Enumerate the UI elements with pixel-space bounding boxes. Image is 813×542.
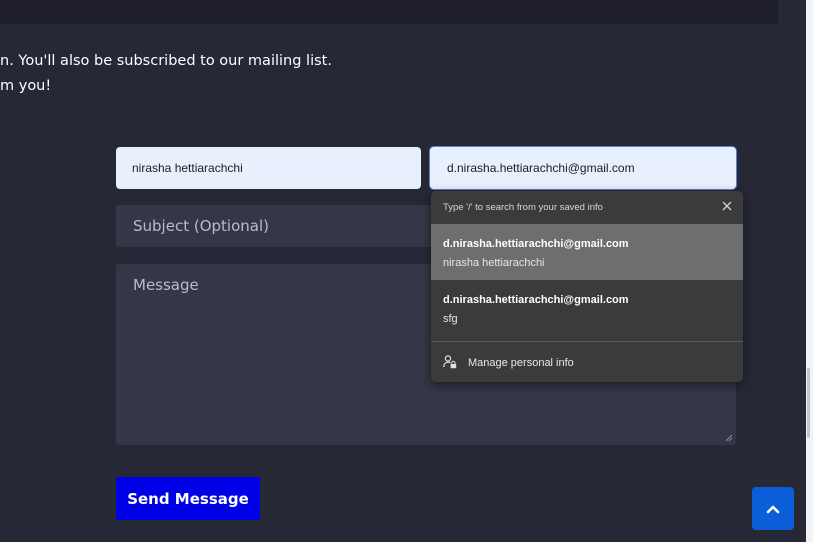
back-to-top-button[interactable] xyxy=(752,487,794,530)
intro-text-line-1: n. You'll also be subscribed to our mail… xyxy=(0,53,332,69)
name-input[interactable] xyxy=(116,147,421,189)
top-bar xyxy=(0,0,778,24)
scrollbar-thumb[interactable] xyxy=(807,368,810,438)
suggestion-name: nirasha hettiarachchi xyxy=(443,257,545,269)
manage-personal-info-label: Manage personal info xyxy=(468,357,574,369)
suggestion-email: d.nirasha.hettiarachchi@gmail.com xyxy=(443,294,629,306)
autofill-suggestion[interactable]: d.nirasha.hettiarachchi@gmail.com sfg xyxy=(431,280,743,336)
message-placeholder: Message xyxy=(133,276,199,294)
page-scrollbar[interactable] xyxy=(806,0,813,542)
autofill-dropdown: Type '/' to search from your saved info … xyxy=(431,191,743,382)
send-message-button[interactable]: Send Message xyxy=(116,477,260,520)
suggestion-name: sfg xyxy=(443,313,458,325)
autofill-hint: Type '/' to search from your saved info xyxy=(443,202,603,213)
contact-page: n. You'll also be subscribed to our mail… xyxy=(0,0,813,542)
manage-personal-info-item[interactable]: Manage personal info xyxy=(431,342,743,382)
close-icon[interactable] xyxy=(721,200,733,212)
chevron-up-icon xyxy=(766,505,780,513)
autofill-suggestion[interactable]: d.nirasha.hettiarachchi@gmail.com nirash… xyxy=(431,224,743,280)
email-input[interactable] xyxy=(430,147,736,189)
resize-grip-icon[interactable] xyxy=(725,434,733,442)
person-lock-icon xyxy=(443,355,457,369)
intro-text-line-2: m you! xyxy=(0,78,52,94)
autofill-header: Type '/' to search from your saved info xyxy=(431,191,743,223)
suggestion-email: d.nirasha.hettiarachchi@gmail.com xyxy=(443,238,629,250)
